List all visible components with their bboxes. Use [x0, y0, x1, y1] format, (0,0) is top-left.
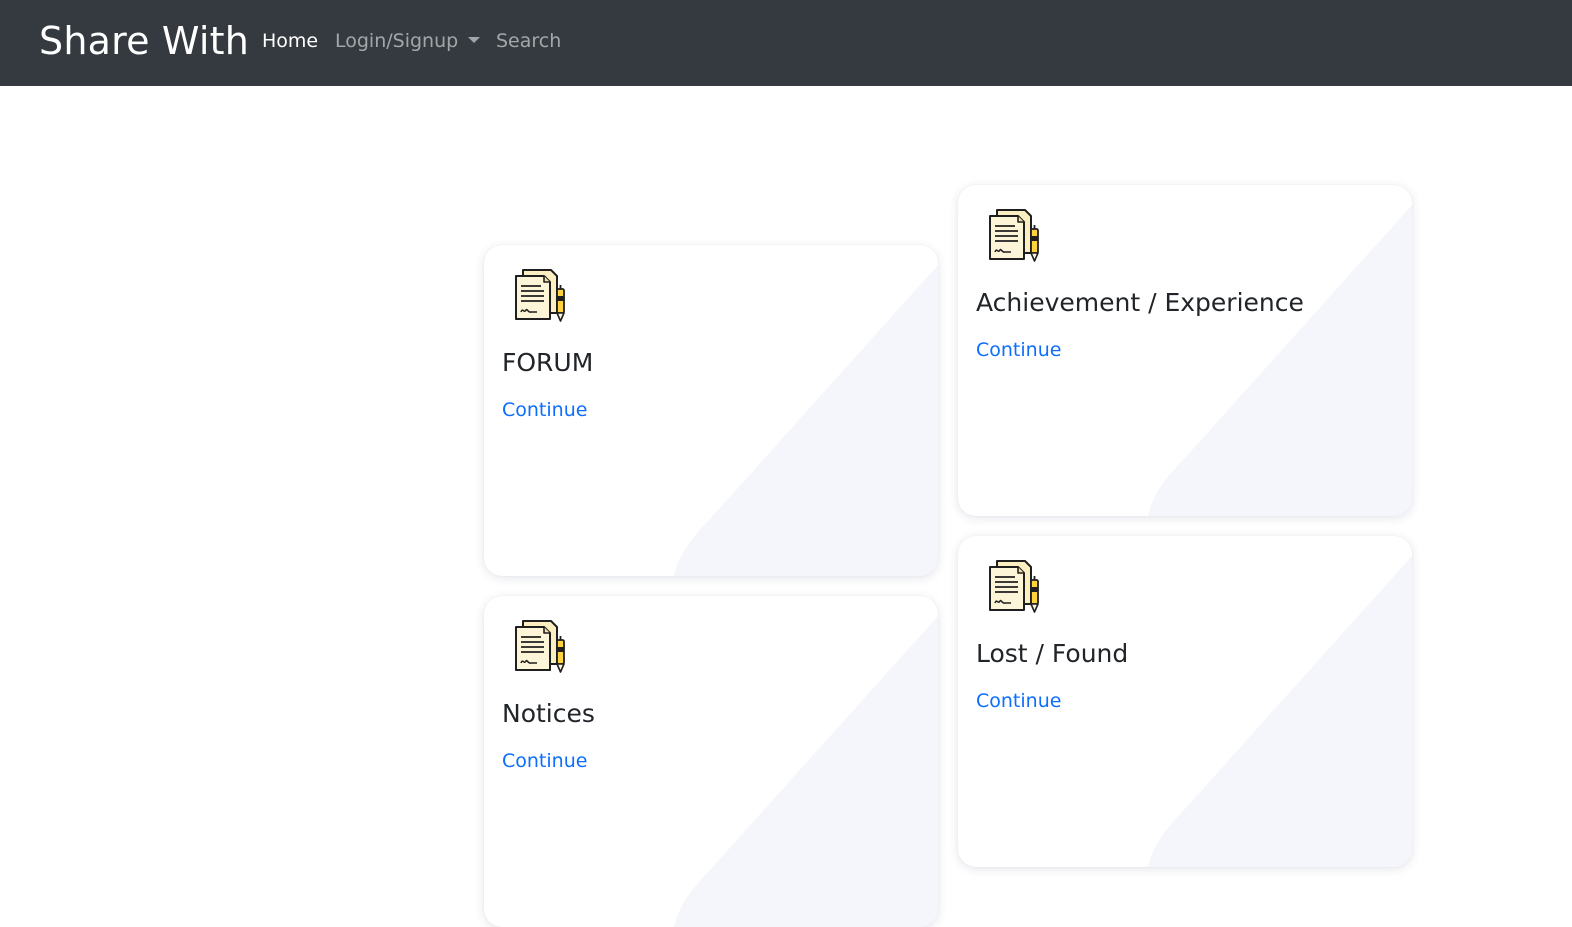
- card-lost-found[interactable]: Lost / Found Continue: [958, 536, 1412, 867]
- nav-login-signup-label: Login/Signup: [335, 30, 459, 52]
- card-forum[interactable]: FORUM Continue: [484, 245, 938, 576]
- card-title: Notices: [502, 699, 595, 728]
- nav-home-link[interactable]: Home: [262, 28, 318, 54]
- card-notices[interactable]: Notices Continue: [484, 596, 938, 927]
- card-achievement-experience[interactable]: Achievement / Experience Continue: [958, 185, 1412, 516]
- document-pen-icon: [515, 269, 565, 322]
- continue-link[interactable]: Continue: [502, 748, 587, 774]
- continue-link[interactable]: Continue: [502, 397, 587, 423]
- caret-down-icon: [468, 37, 481, 43]
- nav-login-signup-dropdown[interactable]: Login/Signup: [335, 28, 481, 54]
- continue-link[interactable]: Continue: [976, 688, 1061, 714]
- brand-logo-text[interactable]: Share With: [39, 16, 249, 66]
- continue-link[interactable]: Continue: [976, 337, 1061, 363]
- nav-search-link[interactable]: Search: [496, 28, 561, 54]
- card-title: Lost / Found: [976, 639, 1129, 668]
- document-pen-icon: [515, 620, 565, 673]
- card-title: Achievement / Experience: [976, 288, 1304, 317]
- navbar: Share With Home Login/Signup Search: [0, 0, 1572, 86]
- card-title: FORUM: [502, 348, 594, 377]
- document-pen-icon: [989, 560, 1039, 613]
- document-pen-icon: [989, 209, 1039, 262]
